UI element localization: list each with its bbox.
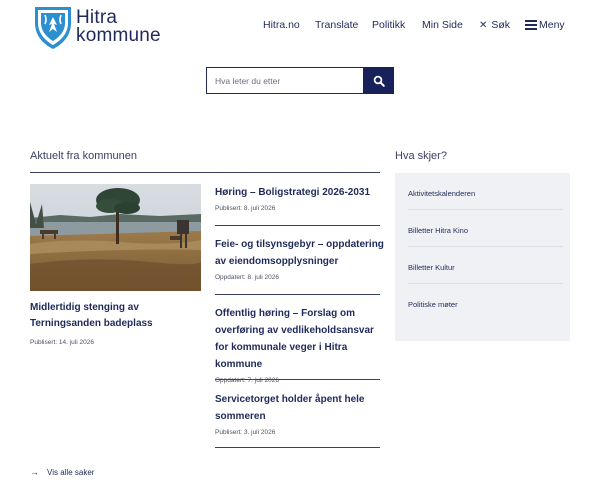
news-list-item[interactable]: Offentlig høring – Forslag om overføring…	[215, 305, 385, 384]
news-section-divider	[30, 172, 380, 173]
news-item-date: Oppdatert: 8. juli 2026	[215, 274, 279, 281]
search-input[interactable]	[207, 68, 363, 93]
see-all-news-link[interactable]: → Vis alle saker	[30, 467, 94, 477]
news-item-title[interactable]: Høring – Boligstrategi 2026-2031	[215, 184, 385, 201]
news-item-divider	[215, 225, 380, 226]
hamburger-icon	[525, 19, 537, 30]
see-all-label: Vis alle saker	[47, 468, 95, 477]
nav-link-translate[interactable]: Translate	[315, 19, 358, 31]
nav-link-politikk[interactable]: Politikk	[372, 19, 405, 31]
event-link-politiske-moter[interactable]: Politiske møter	[408, 300, 563, 309]
search-field[interactable]	[206, 67, 363, 94]
magnifier-icon	[373, 75, 385, 87]
hitra-shield-logo-icon	[35, 7, 71, 49]
news-list-item[interactable]: Høring – Boligstrategi 2026-2031 Publise…	[215, 184, 385, 212]
events-section-title: Hva skjer?	[395, 150, 447, 162]
news-item-date: Publisert: 3. juli 2026	[215, 429, 276, 436]
nav-search-label: Søk	[491, 19, 511, 31]
event-link-hitra-kino[interactable]: Billetter Hitra Kino	[408, 226, 563, 235]
featured-article-image[interactable]	[30, 184, 201, 291]
nav-menu-button[interactable]: Meny	[525, 19, 565, 31]
events-divider	[408, 246, 563, 247]
nav-link-hitra-no[interactable]: Hitra.no	[263, 19, 300, 31]
news-item-title[interactable]: Offentlig høring – Forslag om overføring…	[215, 305, 385, 373]
news-list-item[interactable]: Servicetorget holder åpent hele sommeren…	[215, 391, 385, 436]
nav-link-min-side[interactable]: Min Side	[422, 19, 463, 31]
news-item-divider	[215, 447, 380, 448]
event-link-aktivitetskalenderen[interactable]: Aktivitetskalenderen	[408, 189, 563, 198]
news-list-item[interactable]: Feie- og tilsynsgebyr – oppdatering av e…	[215, 236, 385, 281]
news-item-date: Publisert: 8. juli 2026	[215, 205, 276, 212]
close-x-icon: ✕	[479, 20, 488, 31]
featured-article-date: Publisert: 14. juli 2026	[30, 339, 94, 346]
brand-name-line2[interactable]: kommune	[76, 25, 161, 47]
news-item-divider	[215, 379, 380, 380]
site-header: Hitra kommune Hitra.no Translate Politik…	[0, 0, 600, 56]
events-divider	[408, 209, 563, 210]
event-link-kultur[interactable]: Billetter Kultur	[408, 263, 563, 272]
events-panel: Aktivitetskalenderen Billetter Hitra Kin…	[395, 173, 570, 341]
search-button[interactable]	[363, 67, 394, 94]
news-item-divider	[215, 294, 380, 295]
nav-menu-label: Meny	[539, 19, 565, 31]
featured-article-title[interactable]: Midlertidig stenging av Terningsanden ba…	[30, 300, 205, 332]
arrow-right-icon: →	[30, 467, 39, 477]
news-item-title[interactable]: Feie- og tilsynsgebyr – oppdatering av e…	[215, 236, 385, 270]
nav-search-button[interactable]: ✕ Søk	[479, 19, 510, 31]
news-section-title: Aktuelt fra kommunen	[30, 150, 137, 162]
events-divider	[408, 283, 563, 284]
news-item-title[interactable]: Servicetorget holder åpent hele sommeren	[215, 391, 385, 425]
